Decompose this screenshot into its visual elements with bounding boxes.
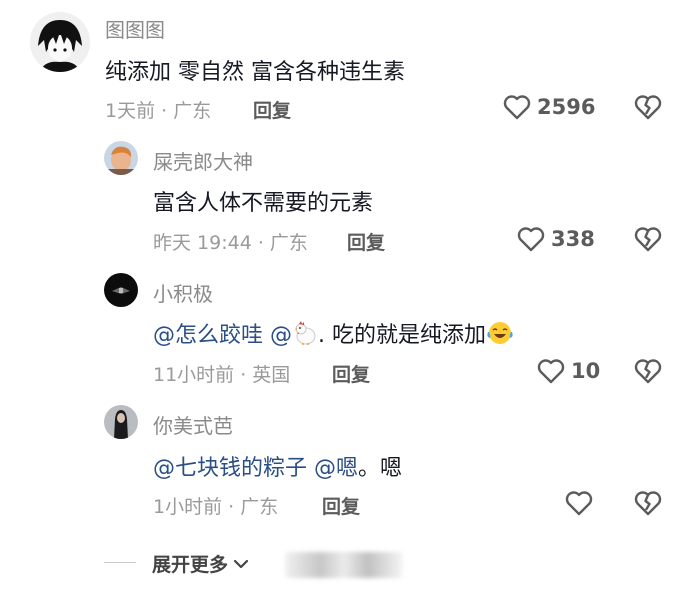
comment-time-location: 1小时前 · 广东 bbox=[153, 496, 279, 518]
user-avatar-icon bbox=[30, 12, 90, 72]
comment-time-location: 昨天 19:44 · 广东 bbox=[153, 232, 308, 254]
mention-link[interactable]: @ bbox=[270, 323, 292, 348]
comment-text: 富含人体不需要的元素 bbox=[153, 191, 374, 216]
broken-heart-icon bbox=[634, 95, 662, 120]
mention-link[interactable]: @七块钱的粽子 bbox=[153, 456, 307, 481]
comment-username[interactable]: 你美式芭 bbox=[153, 410, 233, 439]
comment-username[interactable]: 图图图 bbox=[105, 14, 165, 43]
comment-username[interactable]: 屎壳郎大神 bbox=[153, 146, 253, 175]
heart-icon bbox=[517, 227, 545, 252]
divider bbox=[104, 562, 136, 563]
blurred-watermark bbox=[285, 552, 403, 578]
dislike-button[interactable] bbox=[634, 358, 662, 388]
mention-link[interactable]: @怎么跤哇 bbox=[153, 323, 263, 348]
expand-more-button[interactable]: 展开更多 bbox=[152, 550, 250, 577]
avatar[interactable] bbox=[30, 12, 90, 72]
chevron-down-icon bbox=[233, 559, 249, 568]
laughing-crying-emoji-icon bbox=[486, 320, 514, 352]
comment-text-tail: 。嗯 bbox=[358, 456, 403, 481]
avatar[interactable] bbox=[104, 141, 138, 175]
chicken-emoji-icon bbox=[292, 320, 318, 352]
dislike-button[interactable] bbox=[634, 94, 662, 124]
like-button[interactable] bbox=[565, 490, 593, 516]
user-avatar-icon bbox=[104, 405, 138, 439]
user-avatar-icon bbox=[104, 273, 138, 307]
comment-time-location: 1天前 · 广东 bbox=[105, 100, 212, 122]
dislike-button[interactable] bbox=[634, 226, 662, 256]
like-button[interactable]: 338 bbox=[517, 226, 595, 252]
heart-icon bbox=[503, 95, 531, 120]
like-count: 338 bbox=[551, 227, 595, 251]
heart-icon bbox=[537, 359, 565, 384]
like-button[interactable]: 10 bbox=[537, 358, 600, 384]
comment-text: @怎么跤哇 @ . 吃的就是纯添加 bbox=[153, 317, 514, 352]
reply-button[interactable]: 回复 bbox=[322, 492, 360, 519]
like-button[interactable]: 2596 bbox=[503, 94, 595, 120]
like-count: 2596 bbox=[537, 95, 596, 119]
reply-button[interactable]: 回复 bbox=[253, 96, 291, 123]
user-avatar-icon bbox=[104, 141, 138, 175]
like-count: 10 bbox=[571, 359, 601, 383]
broken-heart-icon bbox=[634, 227, 662, 252]
mention-link[interactable]: @嗯 bbox=[314, 456, 358, 481]
avatar[interactable] bbox=[104, 405, 138, 439]
heart-icon bbox=[565, 491, 593, 516]
dislike-button[interactable] bbox=[634, 490, 662, 520]
comment-username[interactable]: 小积极 bbox=[153, 278, 213, 307]
avatar[interactable] bbox=[104, 273, 138, 307]
comment-text: 纯添加 零自然 富含各种违生素 bbox=[105, 60, 405, 85]
reply-button[interactable]: 回复 bbox=[332, 360, 370, 387]
broken-heart-icon bbox=[634, 359, 662, 384]
expand-more-label: 展开更多 bbox=[152, 554, 229, 576]
comment-time-location: 11小时前 · 英国 bbox=[153, 364, 291, 386]
comment-text: @七块钱的粽子 @嗯。嗯 bbox=[153, 450, 402, 482]
comment-text-tail: . 吃的就是纯添加 bbox=[318, 323, 487, 348]
reply-button[interactable]: 回复 bbox=[347, 228, 385, 255]
broken-heart-icon bbox=[634, 491, 662, 516]
